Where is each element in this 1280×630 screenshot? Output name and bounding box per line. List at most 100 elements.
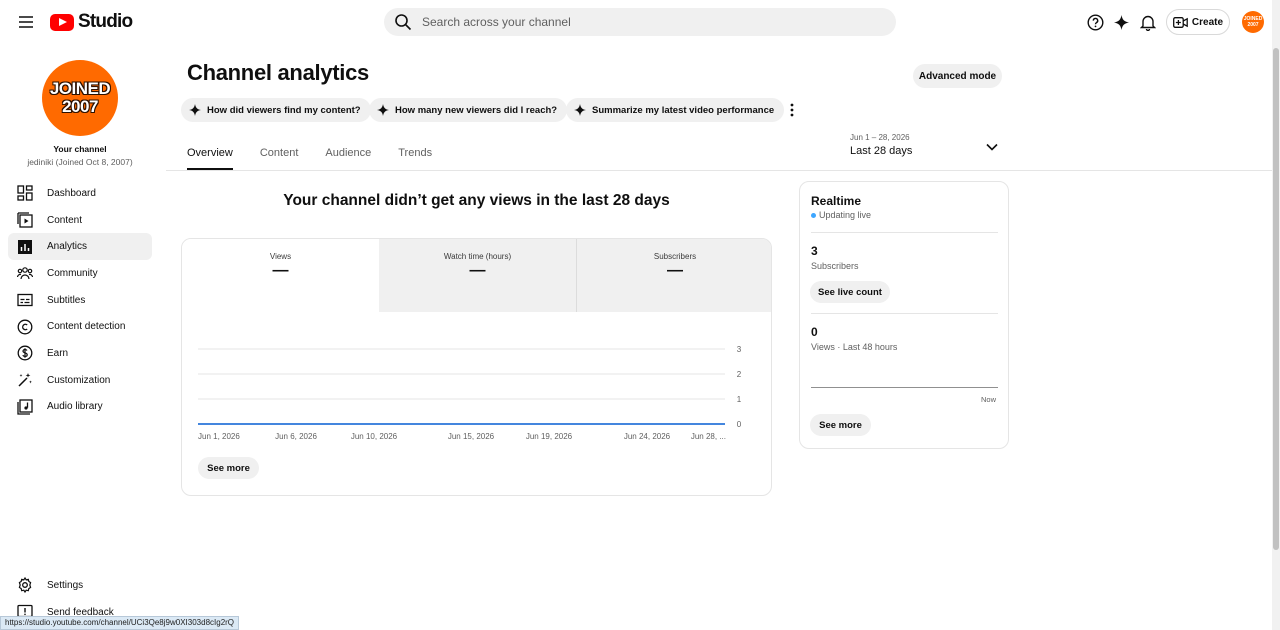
sidebar-item-label: Content detection bbox=[47, 321, 126, 333]
sparkle-icon bbox=[574, 104, 586, 116]
page-scrollbar[interactable] bbox=[1272, 0, 1280, 630]
no-views-headline: Your channel didn’t get any views in the… bbox=[283, 192, 670, 209]
ai-prompt-chip-new-viewers[interactable]: How many new viewers did I reach? bbox=[369, 98, 568, 122]
tab-audience[interactable]: Audience bbox=[325, 140, 371, 170]
metric-value: — bbox=[469, 262, 486, 279]
notifications-bell-icon[interactable] bbox=[1137, 11, 1159, 33]
hamburger-menu-icon[interactable] bbox=[14, 10, 38, 34]
sidebar-item-label: Customization bbox=[47, 374, 111, 386]
date-range-dates: Jun 1 – 28, 2026 bbox=[850, 133, 910, 142]
metric-tab-watch-time[interactable]: Watch time (hours) — bbox=[379, 239, 576, 312]
realtime-title: Realtime bbox=[811, 194, 862, 208]
y-tick-label: 3 bbox=[737, 345, 742, 354]
see-more-button[interactable]: See more bbox=[198, 457, 259, 479]
copyright-icon bbox=[17, 319, 33, 335]
sidebar-item-label: Subtitles bbox=[47, 294, 86, 306]
subscribers-count: 3 bbox=[811, 244, 818, 258]
analytics-tabs: Overview Content Audience Trends bbox=[187, 140, 459, 170]
divider bbox=[811, 232, 998, 233]
account-avatar[interactable]: JOINED 2007 bbox=[1242, 11, 1264, 33]
subtitles-icon bbox=[17, 293, 33, 307]
ai-sparkle-icon[interactable] bbox=[1110, 11, 1132, 33]
metric-value: — bbox=[667, 262, 683, 279]
sidebar-item-dashboard[interactable]: Dashboard bbox=[8, 180, 152, 207]
metric-value: — bbox=[272, 262, 289, 279]
sidebar-item-content-detection[interactable]: Content detection bbox=[8, 313, 152, 340]
tab-overview[interactable]: Overview bbox=[187, 140, 233, 170]
x-tick-label: Jun 6, 2026 bbox=[275, 432, 317, 441]
create-label: Create bbox=[1191, 16, 1224, 28]
y-tick-label: 2 bbox=[737, 370, 742, 379]
chip-label: How did viewers find my content? bbox=[207, 104, 361, 116]
realtime-chart-axis bbox=[811, 387, 998, 388]
sidebar-item-label: Community bbox=[47, 267, 98, 279]
youtube-play-icon bbox=[50, 13, 74, 31]
search-icon[interactable] bbox=[394, 13, 412, 31]
sidebar-item-content[interactable]: Content bbox=[8, 207, 152, 234]
audio-library-icon bbox=[17, 399, 33, 415]
metric-tab-views[interactable]: Views — bbox=[182, 239, 379, 312]
realtime-live-status: Updating live bbox=[811, 210, 871, 220]
realtime-card: Realtime Updating live 3 Subscribers See… bbox=[799, 181, 1009, 449]
chip-label: Summarize my latest video performance bbox=[592, 104, 775, 116]
logo-text: Studio bbox=[78, 11, 133, 32]
sidebar-item-label: Earn bbox=[47, 347, 69, 359]
tab-trends[interactable]: Trends bbox=[398, 140, 432, 170]
date-range-label: Last 28 days bbox=[850, 145, 913, 157]
metric-label: Subscribers bbox=[653, 252, 697, 261]
create-video-icon bbox=[1172, 16, 1188, 28]
sidebar-item-customization[interactable]: Customization bbox=[8, 367, 152, 394]
chevron-down-icon[interactable] bbox=[985, 141, 999, 153]
tab-content[interactable]: Content bbox=[260, 140, 299, 170]
sidebar-item-earn[interactable]: Earn bbox=[8, 340, 152, 367]
analytics-icon bbox=[18, 239, 32, 254]
advanced-mode-button[interactable]: Advanced mode bbox=[913, 64, 1002, 88]
realtime-see-more-button[interactable]: See more bbox=[810, 414, 871, 436]
sidebar-item-analytics[interactable]: Analytics bbox=[8, 233, 152, 261]
views-48h-count: 0 bbox=[811, 325, 818, 339]
youtube-studio-logo[interactable]: Studio bbox=[50, 11, 133, 33]
see-live-count-button[interactable]: See live count bbox=[810, 281, 890, 303]
subscribers-label: Subscribers bbox=[811, 261, 859, 271]
ai-prompt-chip-summarize[interactable]: Summarize my latest video performance bbox=[566, 98, 785, 122]
metric-tab-subscribers[interactable]: Subscribers — bbox=[576, 239, 771, 312]
top-header: Studio Create JOINED 2007 bbox=[0, 0, 1272, 44]
sidebar-item-label: Audio library bbox=[47, 401, 103, 413]
sidebar-item-label: Content bbox=[47, 214, 83, 226]
sparkle-icon bbox=[377, 104, 389, 116]
scrollbar-thumb[interactable] bbox=[1273, 48, 1279, 550]
tabs-divider bbox=[166, 170, 1272, 171]
live-text: Updating live bbox=[819, 210, 872, 220]
views-line-chart: 0 1 2 3 Jun 1, 2026 Jun 6, 2026 Jun 10, 2026 Ju… bbox=[198, 345, 742, 441]
sidebar-item-label: Analytics bbox=[47, 241, 88, 253]
sidebar-item-subtitles[interactable]: Subtitles bbox=[8, 287, 152, 314]
x-tick-label: Jun 28, ... bbox=[691, 432, 726, 441]
realtime-now-label: Now bbox=[981, 395, 997, 404]
search-input[interactable] bbox=[422, 15, 862, 29]
status-bar-url: https://studio.youtube.com/channel/UCi3Q… bbox=[0, 616, 240, 630]
y-tick-label: 0 bbox=[737, 420, 742, 429]
channel-avatar-line1: JOINED bbox=[49, 79, 111, 98]
x-tick-label: Jun 19, 2026 bbox=[526, 432, 573, 441]
page-title: Channel analytics bbox=[187, 60, 369, 85]
channel-avatar[interactable]: JOINED 2007 bbox=[42, 60, 118, 136]
live-dot-icon bbox=[811, 212, 816, 218]
sidebar-item-label: Settings bbox=[47, 579, 84, 591]
sidebar-item-label: Dashboard bbox=[47, 187, 96, 199]
date-range-picker[interactable]: Jun 1 – 28, 2026 Last 28 days bbox=[850, 133, 1000, 161]
help-icon[interactable] bbox=[1084, 11, 1106, 33]
chip-label: How many new viewers did I reach? bbox=[395, 104, 558, 116]
divider bbox=[811, 313, 998, 314]
sidebar-item-settings[interactable]: Settings bbox=[8, 572, 152, 599]
x-tick-label: Jun 1, 2026 bbox=[198, 432, 240, 441]
x-tick-label: Jun 10, 2026 bbox=[351, 432, 398, 441]
sidebar-item-community[interactable]: Community bbox=[8, 260, 152, 287]
create-button[interactable]: Create bbox=[1166, 9, 1230, 35]
metric-label: Watch time (hours) bbox=[443, 252, 512, 261]
sparkle-icon bbox=[189, 104, 201, 116]
more-options-icon[interactable] bbox=[784, 100, 800, 120]
ai-prompt-chip-viewers-find[interactable]: How did viewers find my content? bbox=[181, 98, 371, 122]
x-tick-label: Jun 15, 2026 bbox=[448, 432, 495, 441]
community-icon bbox=[17, 267, 33, 280]
sidebar-item-audio-library[interactable]: Audio library bbox=[8, 394, 152, 421]
